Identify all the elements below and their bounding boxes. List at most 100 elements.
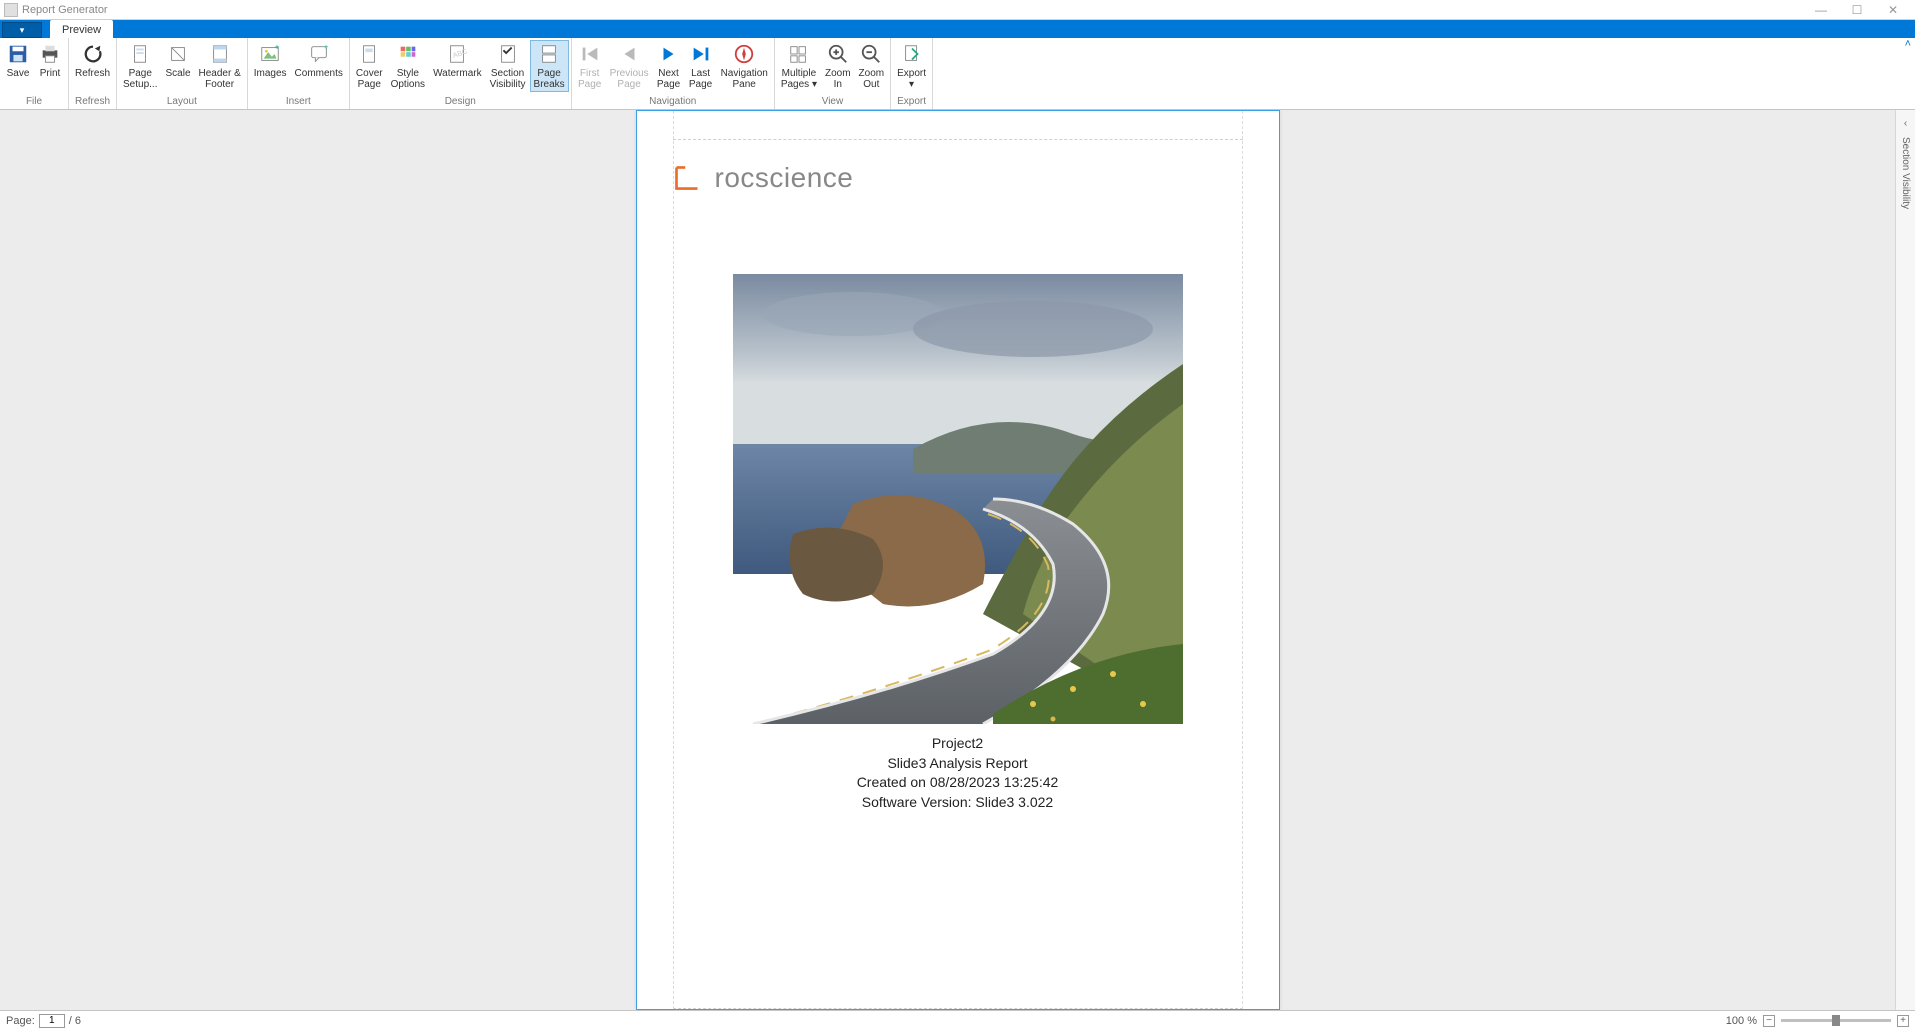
style-options-button[interactable]: Style Options xyxy=(387,40,429,92)
zoom-in-icon xyxy=(826,42,850,66)
page-preview[interactable]: rocscience xyxy=(636,110,1280,1010)
section-visibility-label: Section Visibility xyxy=(490,68,526,90)
zoom-control: 100 % − + xyxy=(1726,1015,1909,1027)
zoom-percent-label: 100 % xyxy=(1726,1015,1757,1027)
page-total: / 6 xyxy=(69,1015,81,1027)
zoom-plus-button[interactable]: + xyxy=(1897,1015,1909,1027)
group-label-layout: Layout xyxy=(119,96,245,109)
group-label-refresh: Refresh xyxy=(71,96,114,109)
group-label-design: Design xyxy=(352,96,569,109)
ribbon-group-refresh: Refresh Refresh xyxy=(69,38,117,109)
window-title: Report Generator xyxy=(22,4,108,16)
ribbon-group-layout: Page Setup... Scale Header & Footer Layo… xyxy=(117,38,248,109)
zoom-out-label: Zoom Out xyxy=(859,68,885,90)
titlebar: Report Generator — ☐ ✕ xyxy=(0,0,1915,20)
next-page-button[interactable]: Next Page xyxy=(653,40,685,92)
style-options-icon xyxy=(396,42,420,66)
ribbon-collapse-button[interactable]: ˄ xyxy=(1905,38,1911,50)
last-page-button[interactable]: Last Page xyxy=(685,40,717,92)
navigation-pane-button[interactable]: Navigation Pane xyxy=(717,40,772,92)
images-label: Images xyxy=(254,68,287,79)
page-setup-button[interactable]: Page Setup... xyxy=(119,40,161,92)
svg-text:+: + xyxy=(275,43,280,51)
export-icon xyxy=(900,42,924,66)
save-button[interactable]: Save xyxy=(2,40,34,81)
images-icon: + xyxy=(258,42,282,66)
page-breaks-icon xyxy=(537,42,561,66)
zoom-minus-button[interactable]: − xyxy=(1763,1015,1775,1027)
export-button[interactable]: Export ▾ xyxy=(893,40,930,92)
maximize-button[interactable]: ☐ xyxy=(1839,1,1875,19)
cover-page-label: Cover Page xyxy=(356,68,383,90)
group-label-export: Export xyxy=(893,96,930,109)
group-label-insert: Insert xyxy=(250,96,347,109)
print-button[interactable]: Print xyxy=(34,40,66,81)
cover-page-icon xyxy=(357,42,381,66)
style-options-label: Style Options xyxy=(391,68,425,90)
comments-button[interactable]: + Comments xyxy=(291,40,347,81)
first-page-label: First Page xyxy=(578,68,601,90)
document-area: rocscience xyxy=(0,110,1915,1010)
scale-icon xyxy=(166,42,190,66)
watermark-label: Watermark xyxy=(433,68,482,79)
multiple-pages-label: Multiple Pages ▾ xyxy=(781,68,817,90)
side-panel-section-visibility[interactable]: ‹ Section Visibility xyxy=(1895,110,1915,1010)
previous-page-label: Previous Page xyxy=(610,68,649,90)
statusbar: Page: / 6 100 % − + xyxy=(0,1010,1915,1030)
watermark-button[interactable]: ABC Watermark xyxy=(429,40,486,81)
chevron-left-icon: ‹ xyxy=(1904,118,1907,129)
zoom-out-button[interactable]: Zoom Out xyxy=(855,40,889,92)
close-button[interactable]: ✕ xyxy=(1875,1,1911,19)
navigation-pane-label: Navigation Pane xyxy=(721,68,768,90)
scale-button[interactable]: Scale xyxy=(161,40,194,81)
page-setup-label: Page Setup... xyxy=(123,68,157,90)
section-visibility-button[interactable]: Section Visibility xyxy=(486,40,530,92)
ribbon-group-file: Save Print File xyxy=(0,38,69,109)
ribbon: ˄ Save Print File xyxy=(0,38,1915,110)
page-breaks-button[interactable]: Page Breaks xyxy=(530,40,569,92)
save-icon xyxy=(6,42,30,66)
page-setup-icon xyxy=(128,42,152,66)
minimize-button[interactable]: — xyxy=(1803,1,1839,19)
svg-text:+: + xyxy=(323,43,328,51)
app-icon xyxy=(4,3,18,17)
page-label: Page: xyxy=(6,1015,35,1027)
group-label-file: File xyxy=(2,96,66,109)
last-page-label: Last Page xyxy=(689,68,712,90)
zoom-slider-thumb[interactable] xyxy=(1832,1015,1840,1026)
next-page-icon xyxy=(657,42,681,66)
first-page-button[interactable]: First Page xyxy=(574,40,606,92)
tabstrip: ▾ Preview xyxy=(0,20,1915,38)
header-footer-icon xyxy=(208,42,232,66)
header-footer-label: Header & Footer xyxy=(199,68,241,90)
ribbon-group-export: Export ▾ Export xyxy=(891,38,933,109)
print-label: Print xyxy=(40,68,61,79)
first-page-icon xyxy=(578,42,602,66)
previous-page-button[interactable]: Previous Page xyxy=(606,40,653,92)
ribbon-group-view: Multiple Pages ▾ Zoom In Zoom Out View xyxy=(775,38,891,109)
page-breaks-label: Page Breaks xyxy=(534,68,565,90)
cover-page-button[interactable]: Cover Page xyxy=(352,40,387,92)
print-icon xyxy=(38,42,62,66)
watermark-icon: ABC xyxy=(445,42,469,66)
multiple-pages-button[interactable]: Multiple Pages ▾ xyxy=(777,40,821,92)
images-button[interactable]: + Images xyxy=(250,40,291,81)
zoom-slider[interactable] xyxy=(1781,1019,1891,1022)
page-number-input[interactable] xyxy=(39,1014,65,1028)
ribbon-group-navigation: First Page Previous Page Next Page Last … xyxy=(572,38,775,109)
margin-guides xyxy=(673,111,1243,1009)
header-footer-button[interactable]: Header & Footer xyxy=(195,40,245,92)
quick-access-toolbar[interactable]: ▾ xyxy=(2,22,42,38)
refresh-label: Refresh xyxy=(75,68,110,79)
section-visibility-icon xyxy=(496,42,520,66)
export-label: Export ▾ xyxy=(897,68,926,90)
comments-icon: + xyxy=(307,42,331,66)
zoom-out-icon xyxy=(859,42,883,66)
next-page-label: Next Page xyxy=(657,68,680,90)
previous-page-icon xyxy=(617,42,641,66)
group-label-navigation: Navigation xyxy=(574,96,772,109)
tab-preview[interactable]: Preview xyxy=(50,20,113,38)
refresh-button[interactable]: Refresh xyxy=(71,40,114,81)
zoom-in-button[interactable]: Zoom In xyxy=(821,40,855,92)
save-label: Save xyxy=(7,68,30,79)
